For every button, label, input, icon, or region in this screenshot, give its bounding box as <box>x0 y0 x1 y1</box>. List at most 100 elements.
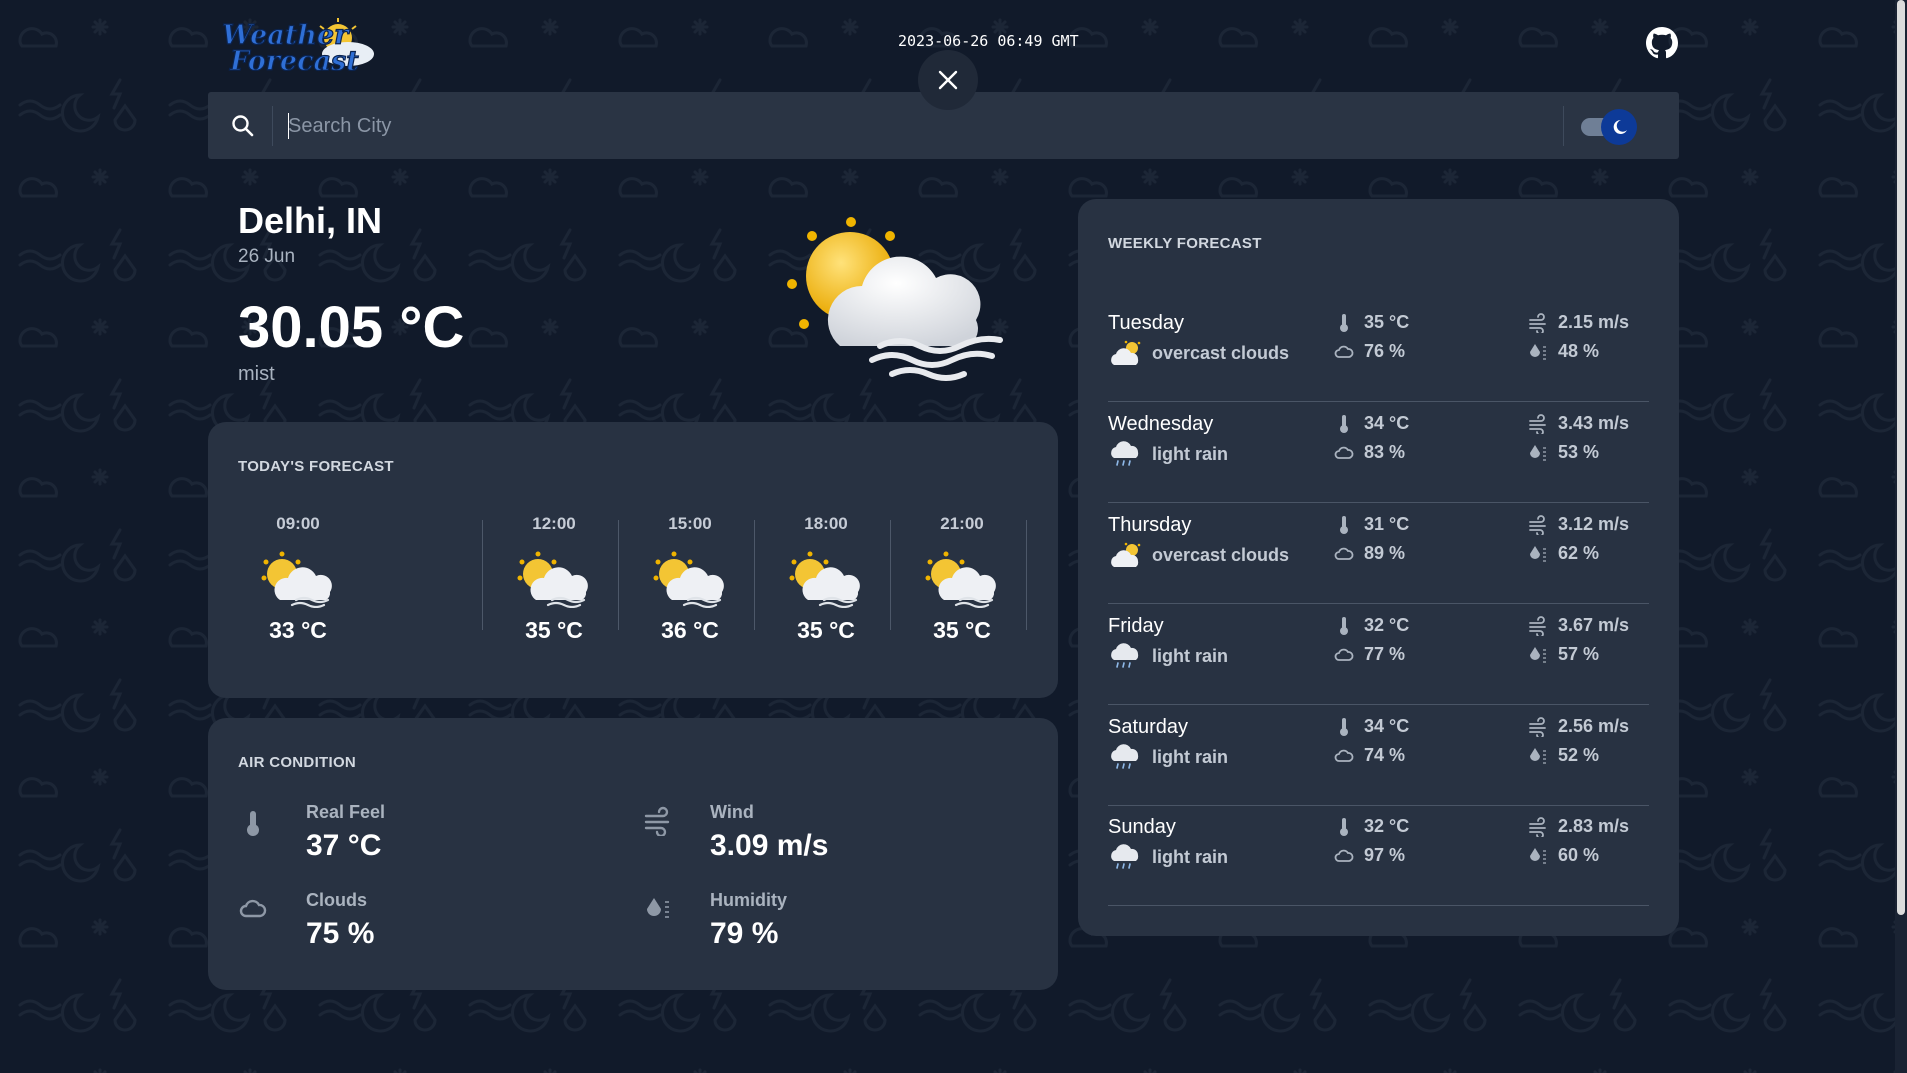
day-clouds: 97 % <box>1334 845 1405 866</box>
day-clouds-value: 77 % <box>1364 644 1406 664</box>
day-humidity: 57 % <box>1528 644 1599 665</box>
hour-time: 15:00 <box>668 514 712 533</box>
day-wind: 3.67 m/s <box>1528 615 1629 636</box>
wind-value: 3.09 m/s <box>710 829 829 862</box>
thermometer-icon <box>247 811 259 836</box>
cloud-icon <box>1334 849 1354 862</box>
day-temp-value: 32 °C <box>1364 816 1410 836</box>
hour-time: 12:00 <box>532 514 576 533</box>
day-humidity: 60 % <box>1528 845 1599 866</box>
overcast-icon <box>1111 542 1141 567</box>
day-clouds-value: 74 % <box>1364 745 1406 765</box>
day-description: light rain <box>1108 743 1228 771</box>
day-wind-value: 2.83 m/s <box>1558 816 1630 836</box>
thermometer-icon <box>1340 717 1348 736</box>
hour-temp: 35 °C <box>933 617 991 643</box>
toggle-knob <box>1601 109 1637 145</box>
weather-forecast-logo[interactable]: Weather Forecast <box>210 14 375 74</box>
day-clouds-value: 83 % <box>1364 442 1406 462</box>
day-name: Tuesday <box>1108 312 1184 334</box>
weekly-day-row: Sunday light rain 32 °C 97 % 2.83 m/s 60 % <box>1108 805 1649 906</box>
day-temp: 34 °C <box>1334 716 1409 737</box>
day-wind-value: 2.56 m/s <box>1558 716 1630 736</box>
wind-label: Wind <box>710 802 754 822</box>
rain-icon <box>1111 744 1139 769</box>
partly-cloudy-icon <box>925 551 996 609</box>
humidity-icon <box>1530 343 1546 360</box>
real-feel-label: Real Feel <box>306 802 386 822</box>
day-humidity-value: 57 % <box>1558 644 1600 664</box>
day-temp-value: 34 °C <box>1364 413 1410 433</box>
weekly-day-row: Friday light rain 32 °C 77 % 3.67 m/s 57 % <box>1108 604 1649 705</box>
clouds-value: 75 % <box>306 917 375 950</box>
theme-toggle[interactable] <box>1575 109 1637 145</box>
humidity-value: 79 % <box>710 917 779 950</box>
day-temp-value: 31 °C <box>1364 514 1410 534</box>
day-description: light rain <box>1108 843 1228 871</box>
hour-time: 21:00 <box>940 514 984 533</box>
hour-time: 09:00 <box>276 514 320 533</box>
wind: Wind 3.09 m/s <box>710 802 828 863</box>
air-condition-title: AIR CONDITION <box>238 754 357 771</box>
todays-forecast-title: TODAY'S FORECAST <box>238 458 394 475</box>
day-temp: 35 °C <box>1334 312 1409 333</box>
current-weather: Delhi, IN 26 Jun 30.05 °C mist <box>238 200 464 386</box>
real-feel-value: 37 °C <box>306 829 382 862</box>
day-humidity: 48 % <box>1528 341 1599 362</box>
day-clouds: 83 % <box>1334 442 1405 463</box>
hour-divider <box>1026 520 1027 630</box>
close-button[interactable] <box>918 50 978 110</box>
day-wind-value: 3.43 m/s <box>1558 413 1630 433</box>
wind-icon <box>644 806 670 836</box>
wind-icon <box>1529 816 1546 837</box>
wind-icon <box>1529 716 1546 737</box>
thermometer-icon <box>1340 616 1348 635</box>
day-wind: 2.15 m/s <box>1528 312 1629 333</box>
current-temperature: 30.05 °C <box>238 295 465 360</box>
humidity: Humidity 79 % <box>710 890 787 951</box>
current-description: mist <box>238 363 275 385</box>
day-clouds: 89 % <box>1334 543 1405 564</box>
close-icon <box>938 70 958 90</box>
partly-cloudy-icon <box>261 551 332 609</box>
current-datetime: 2023-06-26 06:49 GMT <box>898 32 1079 50</box>
hourly-item: 21:00 35 °C <box>902 514 1022 644</box>
rain-icon <box>1111 844 1139 869</box>
scrollbar-thumb[interactable] <box>1897 0 1905 915</box>
day-humidity: 52 % <box>1528 745 1599 766</box>
hour-divider <box>618 520 619 630</box>
day-clouds-value: 97 % <box>1364 845 1406 865</box>
search-input[interactable] <box>288 106 1748 146</box>
day-wind: 3.12 m/s <box>1528 514 1629 535</box>
cloud-icon <box>1334 345 1354 358</box>
text-caret <box>288 113 289 139</box>
weekly-day-row: Wednesday light rain 34 °C 83 % 3.43 m/s 53 % <box>1108 402 1649 503</box>
day-clouds: 77 % <box>1334 644 1405 665</box>
day-wind: 3.43 m/s <box>1528 413 1629 434</box>
day-humidity-value: 48 % <box>1558 341 1600 361</box>
day-name: Saturday <box>1108 716 1189 738</box>
day-description: light rain <box>1108 440 1228 468</box>
clouds: Clouds 75 % <box>306 890 374 951</box>
clouds-label: Clouds <box>306 890 367 910</box>
wind-icon <box>1529 413 1546 434</box>
cloud-icon <box>1334 749 1354 762</box>
hour-divider <box>754 520 755 630</box>
humidity-icon <box>1530 646 1546 663</box>
github-icon[interactable] <box>1646 27 1678 59</box>
day-wind: 2.83 m/s <box>1528 816 1629 837</box>
thermometer-icon <box>1340 515 1348 534</box>
day-description-text: light rain <box>1152 746 1228 767</box>
overcast-icon <box>1111 340 1141 365</box>
real-feel: Real Feel 37 °C <box>306 802 385 863</box>
day-clouds: 76 % <box>1334 341 1405 362</box>
hourly-item: 18:00 35 °C <box>766 514 886 644</box>
day-humidity: 62 % <box>1528 543 1599 564</box>
hour-temp: 36 °C <box>661 617 719 643</box>
day-description-text: light rain <box>1152 846 1228 867</box>
sun-cloud-mist-icon <box>787 217 1003 381</box>
day-temp: 32 °C <box>1334 816 1409 837</box>
thermometer-icon <box>1340 414 1348 433</box>
hourly-item: 12:00 35 °C <box>494 514 614 644</box>
search-icon[interactable] <box>230 113 256 139</box>
